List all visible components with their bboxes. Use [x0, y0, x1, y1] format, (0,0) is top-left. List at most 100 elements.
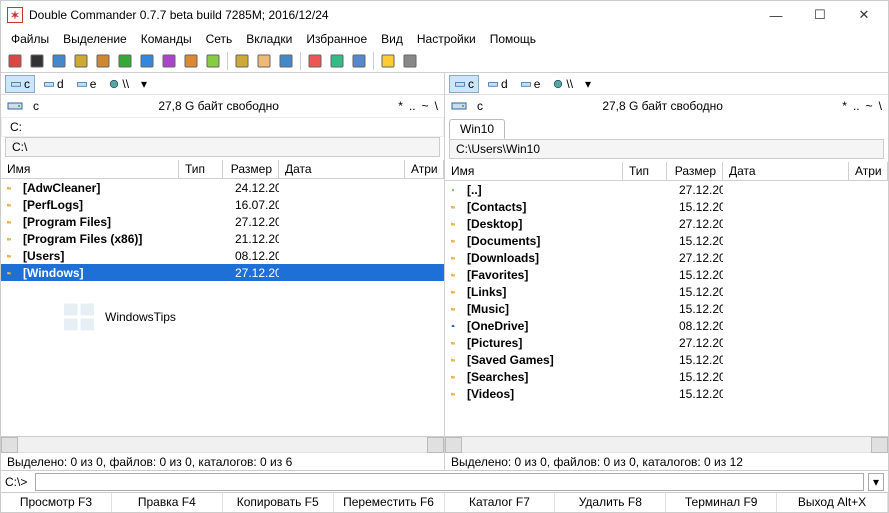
menu-4[interactable]: Вкладки	[240, 30, 298, 48]
drive-network[interactable]: \\	[104, 76, 133, 92]
toolbar-syncfolders-icon[interactable]	[327, 51, 347, 71]
toolbar-refresh-icon[interactable]	[5, 51, 25, 71]
table-row[interactable]: [Favorites]15.12.2016 19:...dr--	[445, 266, 888, 283]
fn-button-3[interactable]: Просмотр F3	[1, 493, 112, 512]
toolbar-compare-icon[interactable]	[71, 51, 91, 71]
file-date: 27.12.2016 01:...	[229, 215, 279, 229]
toolbar-list-icon[interactable]	[276, 51, 296, 71]
table-row[interactable]: [Program Files (x86)]21.12.2016 03:...dr…	[1, 230, 444, 247]
col-size[interactable]: Размер	[223, 160, 279, 178]
table-row[interactable]: [Program Files]27.12.2016 01:...dr--	[1, 213, 444, 230]
table-row[interactable]: [Downloads]27.12.2016 01:...dr--	[445, 249, 888, 266]
drive-c[interactable]: c	[5, 75, 35, 93]
toolbar-panels-icon[interactable]	[349, 51, 369, 71]
col-ext[interactable]: Тип	[623, 162, 667, 180]
left-scrollbar[interactable]	[1, 436, 444, 452]
table-row[interactable]: [Contacts]15.12.2016 19:...dr--	[445, 198, 888, 215]
toolbar-rename-icon[interactable]	[159, 51, 179, 71]
col-date[interactable]: Дата	[279, 160, 405, 178]
tab-win10[interactable]: Win10	[449, 119, 505, 139]
maximize-button[interactable]: ☐	[798, 2, 842, 28]
drive-e[interactable]: e	[72, 76, 101, 92]
toolbar-extract-icon[interactable]	[203, 51, 223, 71]
toolbar-copy-icon[interactable]	[115, 51, 135, 71]
col-attr[interactable]: Атри	[405, 160, 444, 178]
table-row[interactable]: [PerfLogs]16.07.2016 14:...d---	[1, 196, 444, 213]
table-row[interactable]: [..]27.12.2016 01:...d---	[445, 181, 888, 198]
col-name[interactable]: Имя	[445, 162, 623, 180]
col-date[interactable]: Дата	[723, 162, 849, 180]
table-row[interactable]: [Users]08.12.2016 19:...dr--	[1, 247, 444, 264]
drive-network[interactable]: \\	[548, 76, 577, 92]
left-breadcrumb[interactable]: C:	[1, 117, 444, 137]
close-button[interactable]: ✕	[842, 2, 886, 28]
menu-0[interactable]: Файлы	[5, 30, 55, 48]
right-scrollbar[interactable]	[445, 436, 888, 452]
toolbar-archive-icon[interactable]	[181, 51, 201, 71]
drive-c[interactable]: c	[449, 75, 479, 93]
menu-5[interactable]: Избранное	[300, 30, 373, 48]
toolbar-view-icon[interactable]	[49, 51, 69, 71]
col-ext[interactable]: Тип	[179, 160, 223, 178]
toolbar-folder-icon[interactable]	[254, 51, 274, 71]
drive-d[interactable]: d	[483, 76, 512, 92]
toolbar-star-icon[interactable]	[378, 51, 398, 71]
fn-button-4[interactable]: Правка F4	[112, 493, 223, 512]
menu-1[interactable]: Выделение	[57, 30, 133, 48]
right-path[interactable]: C:\Users\Win10	[449, 139, 884, 159]
table-row[interactable]: [Windows]27.12.2016 01:...d---	[1, 264, 444, 281]
table-row[interactable]: [OneDrive]08.12.2016 01:...dr--	[445, 317, 888, 334]
file-size: 15.12.2016 19:...dr--	[667, 285, 723, 299]
table-row[interactable]: [Music]15.12.2016 19:...dr--	[445, 300, 888, 317]
toolbar-sync-icon[interactable]	[137, 51, 157, 71]
nav-*[interactable]: *	[842, 99, 847, 113]
nav-\[interactable]: \	[879, 99, 882, 113]
fn-button-9[interactable]: Терминал F9	[666, 493, 777, 512]
col-attr[interactable]: Атри	[849, 162, 888, 180]
drive-dropdown[interactable]: ▾	[585, 77, 591, 91]
minimize-button[interactable]: —	[754, 2, 798, 28]
nav-..[interactable]: ..	[853, 99, 860, 113]
nav-\[interactable]: \	[435, 99, 438, 113]
table-row[interactable]: [Desktop]27.12.2016 00:...dr--	[445, 215, 888, 232]
table-row[interactable]: [Searches]15.12.2016 19:...dr--	[445, 368, 888, 385]
right-filelist[interactable]: [..]27.12.2016 01:...d---[Contacts]15.12…	[445, 181, 888, 436]
menu-2[interactable]: Команды	[135, 30, 198, 48]
toolbar-terminal-icon[interactable]	[27, 51, 47, 71]
col-size[interactable]: Размер	[667, 162, 723, 180]
toolbar-edit-icon[interactable]	[93, 51, 113, 71]
file-size: 27.12.2016 01:...dr--	[223, 215, 279, 229]
toolbar-calc-icon[interactable]	[305, 51, 325, 71]
nav-~[interactable]: ~	[866, 99, 873, 113]
left-filelist[interactable]: [AdwCleaner]24.12.2016 12:...d--- [PerfL…	[1, 179, 444, 436]
toolbar-settings-icon[interactable]	[400, 51, 420, 71]
drive-e[interactable]: e	[516, 76, 545, 92]
table-row[interactable]: [Pictures]27.12.2016 01:...dr--	[445, 334, 888, 351]
nav-*[interactable]: *	[398, 99, 403, 113]
file-size: 16.07.2016 14:...d---	[223, 198, 279, 212]
left-path[interactable]: C:\	[5, 137, 440, 157]
table-row[interactable]: [Videos]15.12.2016 19:...dr--	[445, 385, 888, 402]
nav-..[interactable]: ..	[409, 99, 416, 113]
nav-~[interactable]: ~	[422, 99, 429, 113]
fn-button-5[interactable]: Копировать F5	[223, 493, 334, 512]
fn-button-7[interactable]: Каталог F7	[445, 493, 556, 512]
fn-button-8[interactable]: Удалить F8	[555, 493, 666, 512]
command-history-dropdown[interactable]: ▾	[868, 473, 884, 491]
menu-6[interactable]: Вид	[375, 30, 409, 48]
command-input[interactable]	[35, 473, 864, 491]
drive-dropdown[interactable]: ▾	[141, 77, 147, 91]
menu-8[interactable]: Помощь	[484, 30, 542, 48]
table-row[interactable]: [Saved Games]15.12.2016 19:...dr--	[445, 351, 888, 368]
fn-button-6[interactable]: Переместить F6	[334, 493, 445, 512]
menu-3[interactable]: Сеть	[200, 30, 239, 48]
menu-7[interactable]: Настройки	[411, 30, 482, 48]
folder-icon	[445, 200, 461, 214]
drive-d[interactable]: d	[39, 76, 68, 92]
toolbar-search-icon[interactable]	[232, 51, 252, 71]
table-row[interactable]: [Links]15.12.2016 19:...dr--	[445, 283, 888, 300]
table-row[interactable]: [AdwCleaner]24.12.2016 12:...d---	[1, 179, 444, 196]
col-name[interactable]: Имя	[1, 160, 179, 178]
table-row[interactable]: [Documents]15.12.2016 19:...dr--	[445, 232, 888, 249]
fn-button-10[interactable]: Выход Alt+X	[777, 493, 888, 512]
